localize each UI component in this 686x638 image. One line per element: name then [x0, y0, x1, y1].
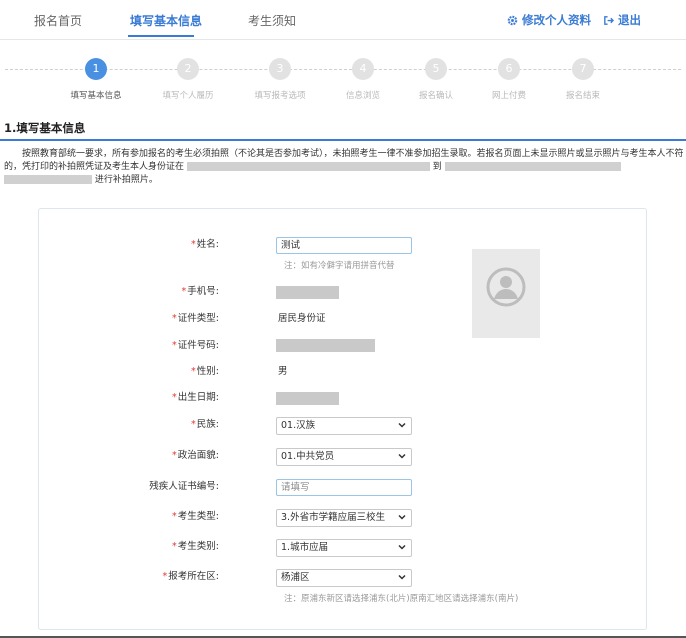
step-5-circle: 5 — [425, 58, 447, 80]
step-6-label: 网上付费 — [491, 91, 526, 101]
political-status-selected: 01.中共党员 — [281, 451, 335, 462]
step-6: 6 网上付费 — [469, 58, 549, 101]
step-4: 4 信息浏览 — [323, 58, 403, 101]
phone-label: *手机号: — [181, 286, 219, 297]
name-input[interactable]: 测试 — [276, 237, 412, 254]
step-2-label: 填写个人履历 — [162, 91, 214, 101]
photo-placeholder — [472, 249, 540, 338]
disability-cert-input[interactable]: 请填写 — [276, 479, 412, 496]
step-2: 2 填写个人履历 — [148, 58, 228, 101]
step-3-circle: 3 — [269, 58, 291, 80]
chevron-down-icon — [398, 453, 406, 459]
disability-cert-label: 残疾人证书编号: — [149, 481, 219, 492]
row-id-number: *证件号码: — [39, 338, 269, 358]
step-7-label: 报名结束 — [565, 91, 600, 101]
step-3-label: 填写报考选项 — [254, 91, 306, 101]
redacted-address-1 — [444, 162, 621, 171]
row-political-status: *政治面貌: — [39, 448, 269, 468]
name-label: *姓名: — [191, 239, 219, 250]
step-7-circle: 7 — [572, 58, 594, 80]
chevron-down-icon — [398, 422, 406, 428]
notice-text-2: 到 — [432, 162, 442, 172]
ethnicity-select[interactable]: 01.汉族 — [276, 417, 412, 435]
step-7: 7 报名结束 — [543, 58, 623, 101]
notice-text-3: 进行补拍照片。 — [94, 175, 158, 185]
gender-label: *性别: — [191, 366, 219, 377]
ethnicity-label: *民族: — [191, 419, 219, 430]
step-1: 1 填写基本信息 — [56, 58, 136, 101]
row-gender: *性别: — [39, 364, 269, 384]
redacted-address-2 — [4, 175, 92, 184]
gear-icon — [507, 15, 518, 25]
political-status-label: *政治面貌: — [172, 450, 219, 461]
tab-home[interactable]: 报名首页 — [34, 12, 82, 29]
district-label: *报考所在区: — [162, 571, 219, 582]
redacted-location — [186, 162, 430, 171]
row-name: *姓名: — [39, 237, 269, 257]
candidate-category-label: *考生类别: — [172, 541, 219, 552]
step-3: 3 填写报考选项 — [240, 58, 320, 101]
row-candidate-category: *考生类别: — [39, 539, 269, 559]
row-id-type: *证件类型: — [39, 311, 269, 331]
birth-date-label: *出生日期: — [172, 392, 219, 403]
user-avatar-icon — [486, 267, 526, 307]
id-type-label: *证件类型: — [172, 313, 219, 324]
gender-value: 男 — [278, 366, 288, 377]
chevron-down-icon — [398, 544, 406, 550]
chevron-down-icon — [398, 574, 406, 580]
district-hint: 注：原浦东新区请选择浦东(北片)原南汇地区请选择浦东(南片) — [284, 594, 519, 604]
top-nav: 报名首页 填写基本信息 考生须知 修改个人资料 退出 — [0, 0, 686, 40]
id-type-value: 居民身份证 — [278, 313, 326, 324]
district-select[interactable]: 杨浦区 — [276, 569, 412, 587]
step-1-label: 填写基本信息 — [70, 91, 122, 101]
row-birth-date: *出生日期: — [39, 390, 269, 410]
basic-info-form: *姓名: 测试 注：如有冷僻字请用拼音代替 *手机号: *证件类型: 居民身份证… — [38, 208, 647, 630]
id-number-redacted — [276, 339, 375, 352]
phone-value-redacted — [276, 286, 339, 299]
row-candidate-type: *考生类型: — [39, 509, 269, 529]
edit-profile-label: 修改个人资料 — [522, 13, 591, 27]
logout-link[interactable]: 退出 — [603, 12, 641, 28]
ethnicity-selected: 01.汉族 — [281, 420, 316, 431]
step-5: 5 报名确认 — [396, 58, 476, 101]
birth-date-redacted — [276, 392, 339, 405]
row-phone: *手机号: — [39, 284, 269, 304]
logout-label: 退出 — [618, 13, 641, 27]
section-title: 1.填写基本信息 — [4, 121, 86, 135]
candidate-category-select[interactable]: 1.城市应届 — [276, 539, 412, 557]
id-number-label: *证件号码: — [172, 340, 219, 351]
chevron-down-icon — [398, 514, 406, 520]
active-tab-indicator — [128, 35, 194, 37]
logout-icon — [604, 15, 614, 25]
section-divider — [0, 139, 686, 141]
row-ethnicity: *民族: — [39, 417, 269, 437]
tab-candidate-notice[interactable]: 考生须知 — [248, 12, 296, 29]
district-selected: 杨浦区 — [281, 572, 310, 583]
candidate-category-selected: 1.城市应届 — [281, 542, 329, 553]
step-4-label: 信息浏览 — [345, 91, 380, 101]
step-6-circle: 6 — [498, 58, 520, 80]
candidate-type-label: *考生类型: — [172, 511, 219, 522]
photo-notice: 按照教育部统一要求，所有参加报名的考生必须拍照（不论其是否参加考试），未拍照考生… — [4, 148, 684, 187]
row-district: *报考所在区: — [39, 569, 269, 589]
name-hint: 注：如有冷僻字请用拼音代替 — [284, 261, 395, 271]
row-disability-cert: 残疾人证书编号: — [39, 479, 269, 499]
progress-steps: 1 填写基本信息 2 填写个人履历 3 填写报考选项 4 信息浏览 5 报名确认… — [0, 54, 686, 104]
candidate-type-selected: 3.外省市学籍应届三校生 — [281, 512, 386, 523]
step-5-label: 报名确认 — [418, 91, 453, 101]
step-2-circle: 2 — [177, 58, 199, 80]
candidate-type-select[interactable]: 3.外省市学籍应届三校生 — [276, 509, 412, 527]
edit-profile-link[interactable]: 修改个人资料 — [507, 12, 591, 28]
step-4-circle: 4 — [352, 58, 374, 80]
step-1-circle: 1 — [85, 58, 107, 80]
political-status-select[interactable]: 01.中共党员 — [276, 448, 412, 466]
tab-basic-info[interactable]: 填写基本信息 — [130, 12, 202, 29]
